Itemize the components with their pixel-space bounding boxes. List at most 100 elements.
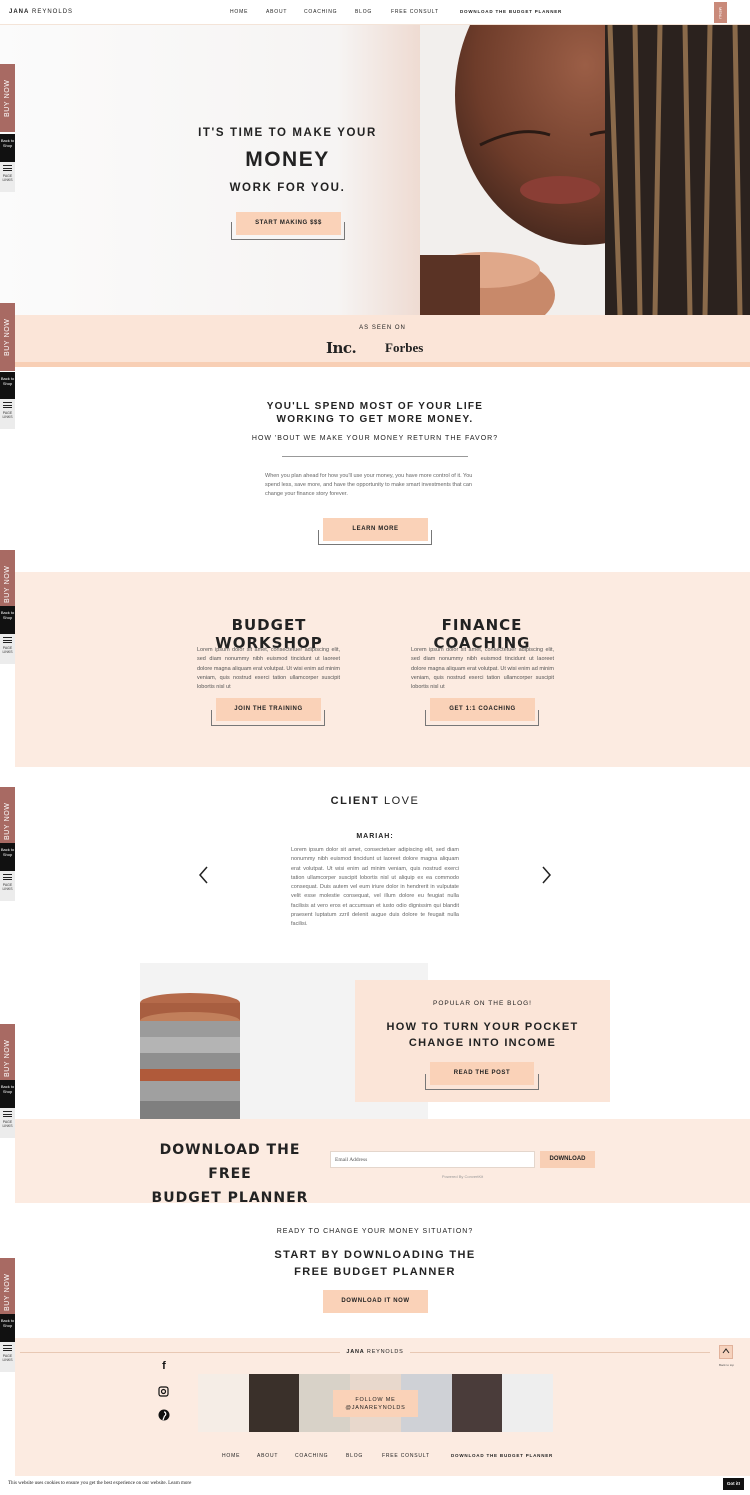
chevron-right-icon[interactable] [540, 866, 552, 884]
blog-title-line-1: HOW TO TURN YOUR POCKET [386, 1021, 579, 1033]
instagram-photo[interactable] [451, 1374, 503, 1432]
blog-title[interactable]: HOW TO TURN YOUR POCKET CHANGE INTO INCO… [355, 1019, 610, 1051]
back-to-shop-button[interactable]: Back to Shop [0, 1314, 15, 1342]
cta-eyebrow: READY TO CHANGE YOUR MONEY SITUATION? [276, 1228, 474, 1235]
facebook-icon[interactable]: f [158, 1360, 170, 1372]
page-links-button[interactable]: PAGE LINKS [0, 399, 15, 429]
pinterest-icon[interactable] [158, 1409, 170, 1421]
page-links-button[interactable]: PAGE LINKS [0, 1342, 15, 1372]
footer-logo-first: JANA [346, 1349, 365, 1355]
join-training-button[interactable]: JOIN THE TRAINING [216, 698, 321, 721]
back-to-shop-button[interactable]: Back to Shop [0, 606, 15, 634]
blog-title-line-2: CHANGE INTO INCOME [408, 1037, 557, 1049]
start-making-button[interactable]: START MAKING $$$ [236, 212, 341, 235]
footer-nav-coaching[interactable]: COACHING [295, 1453, 328, 1459]
menu-toggle[interactable]: MENU [714, 2, 727, 23]
page-links-button[interactable]: PAGE LINKS [0, 162, 15, 192]
footer-line-right [410, 1352, 710, 1353]
nav-download-planner[interactable]: DOWNLOAD THE BUDGET PLANNER [460, 9, 562, 14]
optin-heading: DOWNLOAD THE FREE BUDGET PLANNER [140, 1138, 320, 1210]
cookie-message: This website uses cookies to ensure you … [8, 1481, 167, 1486]
logo-first: JANA [9, 9, 30, 15]
nav-about[interactable]: ABOUT [266, 9, 287, 15]
footer-nav-about[interactable]: ABOUT [257, 1453, 278, 1459]
instagram-photo[interactable] [248, 1374, 300, 1432]
forbes-logo: Forbes [385, 340, 424, 355]
hamburger-icon [3, 1345, 12, 1351]
page-links-label: PAGE LINKS [2, 1354, 13, 1362]
page-links-button[interactable]: PAGE LINKS [0, 1108, 15, 1138]
hero-line-2: MONEY [245, 148, 330, 171]
buy-now-tab[interactable]: BUY NOW [0, 64, 15, 132]
page-links-label: PAGE LINKS [2, 646, 13, 654]
site-logo[interactable]: JANA REYNOLDS [9, 9, 73, 15]
powered-by[interactable]: Powered By ConvertKit [420, 1174, 505, 1179]
page-links-button[interactable]: PAGE LINKS [0, 634, 15, 664]
download-button[interactable]: DOWNLOAD [540, 1151, 595, 1168]
instagram-photo[interactable] [198, 1374, 249, 1432]
read-post-button[interactable]: READ THE POST [430, 1062, 534, 1085]
intro-heading-line-1: YOU'LL SPEND MOST OF YOUR LIFE [266, 401, 484, 412]
email-field[interactable]: Email Address [330, 1151, 535, 1168]
cta-heading: START BY DOWNLOADING THE FREE BUDGET PLA… [200, 1247, 550, 1281]
page-links-button[interactable]: PAGE LINKS [0, 871, 15, 901]
footer-logo-last: REYNOLDS [366, 1349, 404, 1355]
back-to-shop-button[interactable]: Back to Shop [0, 1080, 15, 1108]
back-to-shop-button[interactable]: Back to Shop [0, 134, 15, 162]
footer-nav-home[interactable]: HOME [222, 1453, 240, 1459]
hamburger-icon [3, 165, 12, 171]
intro-body: When you plan ahead for how you'll use y… [265, 473, 473, 497]
instagram-photo[interactable] [502, 1374, 554, 1432]
back-to-top-button[interactable] [719, 1345, 733, 1359]
hero-photo [420, 25, 750, 315]
popular-blog-label: POPULAR ON THE BLOG! [433, 1000, 532, 1007]
services-section [15, 572, 750, 767]
optin-heading-line-2: BUDGET PLANNER [151, 1190, 309, 1206]
hero-line-3: WORK FOR YOU. [229, 182, 346, 194]
press-divider [15, 362, 750, 367]
back-to-shop-button[interactable]: Back to Shop [0, 372, 15, 400]
intro-heading: YOU'LL SPEND MOST OF YOUR LIFE WORKING T… [200, 400, 550, 426]
chevron-up-icon [722, 1348, 730, 1354]
service-body-finance-coaching: Lorem ipsum dolor sit amet, consectetuer… [411, 647, 554, 691]
nav-coaching[interactable]: COACHING [304, 9, 337, 15]
back-to-shop-button[interactable]: Back to Shop [0, 843, 15, 871]
footer-nav-download[interactable]: DOWNLOAD THE BUDGET PLANNER [451, 1453, 553, 1458]
hero-line-1: IT'S TIME TO MAKE YOUR [198, 127, 377, 139]
follow-me-badge[interactable]: FOLLOW ME @JANAREYNOLDS [333, 1390, 418, 1417]
hamburger-icon [3, 874, 12, 880]
buy-now-tab[interactable]: BUY NOW [0, 303, 15, 371]
testimonial-name: MARIAH: [356, 833, 394, 840]
hamburger-icon [3, 402, 12, 408]
inc-logo: Inc. [326, 339, 357, 357]
download-now-button[interactable]: DOWNLOAD IT NOW [323, 1290, 428, 1313]
hamburger-icon [3, 1111, 12, 1117]
optin-heading-line-1: DOWNLOAD THE FREE [159, 1142, 301, 1182]
page-links-label: PAGE LINKS [2, 411, 13, 419]
footer-nav-blog[interactable]: BLOG [346, 1453, 363, 1459]
client-love-bold: CLIENT [330, 795, 380, 807]
get-coaching-button[interactable]: GET 1:1 COACHING [430, 698, 535, 721]
chevron-left-icon[interactable] [198, 866, 210, 884]
instagram-icon[interactable] [158, 1386, 169, 1397]
nav-home[interactable]: HOME [230, 9, 248, 15]
page-links-label: PAGE LINKS [2, 1120, 13, 1128]
learn-more-button[interactable]: LEARN MORE [323, 518, 428, 541]
footer-line-left [20, 1352, 340, 1353]
intro-heading-line-2: WORKING TO GET MORE MONEY. [276, 414, 474, 425]
testimonial-body: Lorem ipsum dolor sit amet, consectetuer… [291, 847, 459, 928]
page-links-label: PAGE LINKS [2, 174, 13, 182]
nav-blog[interactable]: BLOG [355, 9, 372, 15]
footer-nav-free-consult[interactable]: FREE CONSULT [382, 1453, 430, 1459]
nav-free-consult[interactable]: FREE CONSULT [391, 9, 439, 15]
cookie-learn-more-link[interactable]: Learn more [168, 1481, 191, 1486]
cta-heading-line-1: START BY DOWNLOADING THE [274, 1249, 476, 1261]
back-to-top-label: Back to top [718, 1363, 734, 1367]
client-love-light: LOVE [383, 795, 420, 807]
as-seen-on-label: AS SEEN ON [359, 325, 406, 331]
footer-logo[interactable]: JANA REYNOLDS [340, 1349, 410, 1355]
got-it-button[interactable]: Got it! [723, 1478, 744, 1490]
intro-divider [282, 456, 468, 457]
follow-me-handle: @JANAREYNOLDS [345, 1405, 406, 1411]
press-bar [15, 315, 750, 363]
